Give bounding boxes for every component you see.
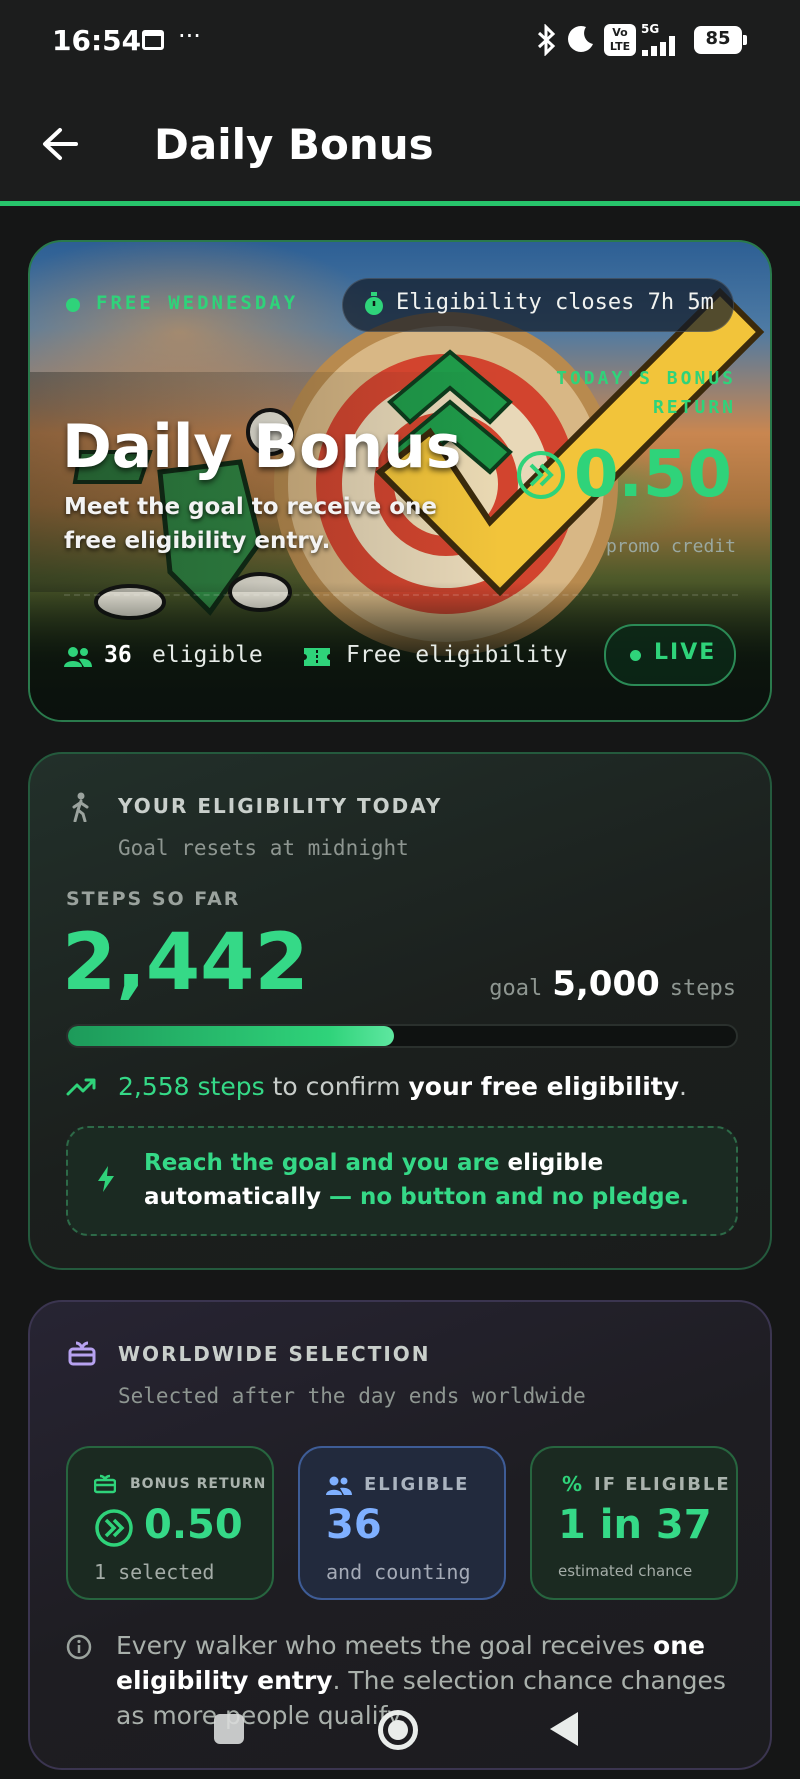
bonus-value: 0.50: [574, 438, 732, 512]
worldwide-selection-card: WORLDWIDE SELECTION Selected after the d…: [28, 1300, 772, 1770]
worldwide-subtitle: Selected after the day ends worldwide: [118, 1384, 586, 1408]
bluetooth-icon: [537, 24, 556, 56]
walking-person-icon: [72, 792, 89, 822]
eligibility-subtitle: Goal resets at midnight: [118, 836, 409, 860]
people-icon: [64, 647, 92, 667]
remaining-steps-line: 2,558 steps to confirm your free eligibi…: [118, 1072, 687, 1101]
status-time: 16:54: [52, 24, 142, 57]
goal-value: 5,000: [552, 964, 660, 1004]
lightning-icon: [98, 1166, 114, 1192]
calendar-icon: [142, 30, 164, 50]
hero-banner-card: FREE WEDNESDAY Eligibility closes 7h 5m …: [28, 240, 772, 722]
back-arrow-icon[interactable]: [40, 126, 80, 162]
recent-apps-button[interactable]: [214, 1714, 244, 1744]
selection-info-text: Every walker who meets the goal receives…: [116, 1628, 756, 1733]
live-indicator-icon: [630, 650, 641, 661]
free-eligibility-label: Free eligibility: [346, 642, 568, 668]
gift-icon: [68, 1341, 96, 1366]
eligibility-title: YOUR ELIGIBILITY TODAY: [118, 794, 443, 818]
stat-label: IF ELIGIBLE: [594, 1474, 731, 1495]
note-bold2: automatically: [144, 1184, 321, 1210]
steps-progress-bar: [66, 1024, 738, 1048]
eligible-label: eligible: [152, 642, 263, 668]
day-badge: FREE WEDNESDAY: [96, 292, 299, 314]
stat-value: 36: [326, 1502, 382, 1548]
stat-card-if-eligible: % IF ELIGIBLE 1 in 37 estimated chance: [530, 1446, 738, 1600]
stat-card-bonus-return: BONUS RETURN 0.50 1 selected: [66, 1446, 274, 1600]
gift-small-icon: [94, 1474, 116, 1494]
hero-subtitle-line2: free eligibility entry.: [64, 528, 331, 554]
countdown-text: Eligibility closes 7h 5m: [396, 290, 714, 315]
more-notifications-icon: ···: [178, 22, 201, 50]
bonus-label-line2: RETURN: [652, 397, 736, 418]
battery-tip: [743, 35, 747, 45]
note-bold1: eligible: [507, 1150, 604, 1176]
info-part1: Every walker who meets the goal receives: [116, 1631, 646, 1660]
promo-credit-small-icon: [95, 1509, 133, 1547]
do-not-disturb-moon-icon: [568, 26, 593, 52]
eligibility-card: YOUR ELIGIBILITY TODAY Goal resets at mi…: [28, 752, 772, 1270]
home-button-dot: [388, 1720, 408, 1740]
auto-eligible-text: Reach the goal and you are eligible auto…: [144, 1146, 714, 1214]
hero-title: Daily Bonus: [62, 412, 462, 482]
hero-divider: [64, 594, 738, 596]
stat-card-eligible: ELIGIBLE 36 and counting: [298, 1446, 506, 1600]
stat-label: BONUS RETURN: [130, 1476, 267, 1492]
steps-count: 2,442: [62, 918, 309, 1008]
network-type: 5G: [641, 22, 660, 36]
ticket-icon: [304, 648, 330, 666]
live-label: LIVE: [654, 640, 717, 665]
note-part2: — no button and no pledge.: [329, 1184, 689, 1210]
volte-icon: Vo LTE: [604, 24, 636, 56]
back-button-icon[interactable]: [548, 1710, 582, 1748]
hero-subtitle-line1: Meet the goal to receive one: [64, 494, 437, 520]
info-icon: [66, 1634, 92, 1660]
trending-up-icon: [66, 1078, 96, 1096]
app-bar: Daily Bonus: [0, 84, 800, 206]
stat-sub: and counting: [326, 1560, 471, 1584]
bonus-label-line1: TODAY'S BONUS: [556, 368, 736, 389]
remaining-mid: to confirm: [272, 1072, 401, 1101]
info-bold2: eligibility entry: [116, 1666, 333, 1695]
people-small-icon: [326, 1476, 352, 1495]
battery-level: 85: [705, 28, 731, 49]
stat-value: 0.50: [144, 1502, 243, 1548]
stat-sub: estimated chance: [558, 1562, 693, 1580]
stat-label: ELIGIBLE: [364, 1474, 470, 1495]
goal-prefix: goal: [489, 976, 543, 1001]
signal-strength-icon: [642, 36, 686, 56]
remaining-bold: your free eligibility: [408, 1072, 680, 1101]
steps-progress-fill: [68, 1026, 395, 1046]
info-line3: more people qualify.: [152, 1701, 407, 1730]
promo-credit-icon: [517, 451, 565, 499]
note-part1: Reach the goal and you are: [144, 1150, 500, 1176]
remaining-steps: 2,558 steps: [118, 1072, 265, 1101]
bonus-unit: promo credit: [605, 536, 736, 557]
stat-sub: 1 selected: [94, 1560, 215, 1584]
remaining-end: .: [679, 1072, 687, 1101]
percent-icon: %: [562, 1472, 583, 1496]
stopwatch-icon: [365, 292, 383, 315]
hero-text-shade: [30, 372, 500, 592]
stat-value: 1 in 37: [558, 1502, 712, 1548]
steps-so-far-label: STEPS SO FAR: [66, 888, 241, 910]
goal-readout: goal 5,000 steps: [489, 964, 736, 1004]
status-bar: 16:54 ··· Vo LTE 5G 85: [0, 0, 800, 84]
goal-suffix: steps: [669, 976, 736, 1001]
worldwide-title: WORLDWIDE SELECTION: [118, 1342, 431, 1366]
info-bold: one: [653, 1631, 705, 1660]
live-dot-icon: [66, 298, 80, 312]
eligible-count: 36: [104, 642, 132, 668]
page-title: Daily Bonus: [154, 120, 434, 169]
